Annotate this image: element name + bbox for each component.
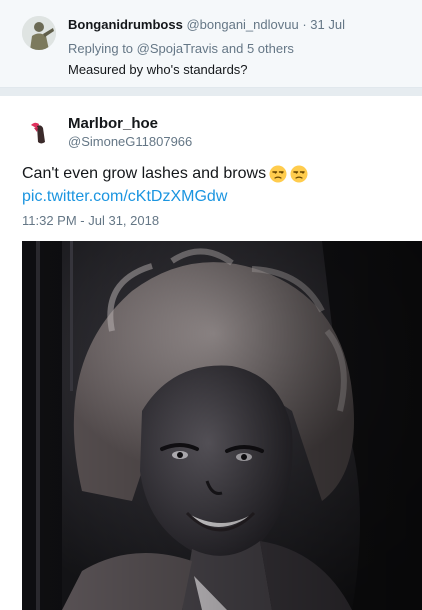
avatar-image xyxy=(22,116,56,150)
replying-to-line: Replying to @SpojaTravis and 5 others xyxy=(68,41,294,56)
avatar[interactable] xyxy=(22,16,56,50)
reply-text: Measured by who's standards? xyxy=(68,62,248,77)
avatar-image xyxy=(22,16,56,50)
reply-tweet[interactable]: Bonganidrumboss @bongani_ndlovuu · 31 Ju… xyxy=(0,0,422,88)
reply-handle[interactable]: @bongani_ndlovuu xyxy=(186,17,298,32)
tweet-media-link[interactable]: pic.twitter.com/cKtDzXMGdw xyxy=(22,188,227,206)
reply-display-name[interactable]: Bonganidrumboss xyxy=(68,17,183,32)
unamused-face-icon xyxy=(290,165,308,183)
main-tweet: Marlbor_hoe @SimoneG11807966 Can't even … xyxy=(0,96,422,610)
tweet-photo[interactable] xyxy=(22,241,422,610)
author-display-name[interactable]: Marlbor_hoe xyxy=(68,115,158,132)
photo-image xyxy=(22,241,422,610)
author-handle[interactable]: @SimoneG11807966 xyxy=(68,134,192,149)
tweet-text: Can't even grow lashes and brows xyxy=(22,165,308,183)
replying-others-link[interactable]: and 5 others xyxy=(222,41,294,56)
unamused-face-icon xyxy=(269,165,287,183)
avatar[interactable] xyxy=(22,116,56,150)
replying-user-link[interactable]: @SpojaTravis xyxy=(137,41,218,56)
tweet-text-body: Can't even grow lashes and brows xyxy=(22,165,267,182)
reply-date[interactable]: 31 Jul xyxy=(310,17,345,32)
reply-header: Bonganidrumboss @bongani_ndlovuu · 31 Ju… xyxy=(68,17,345,32)
reply-separator: · xyxy=(302,17,307,32)
tweet-timestamp[interactable]: 11:32 PM - Jul 31, 2018 xyxy=(22,213,159,228)
replying-prefix: Replying to xyxy=(68,41,134,56)
